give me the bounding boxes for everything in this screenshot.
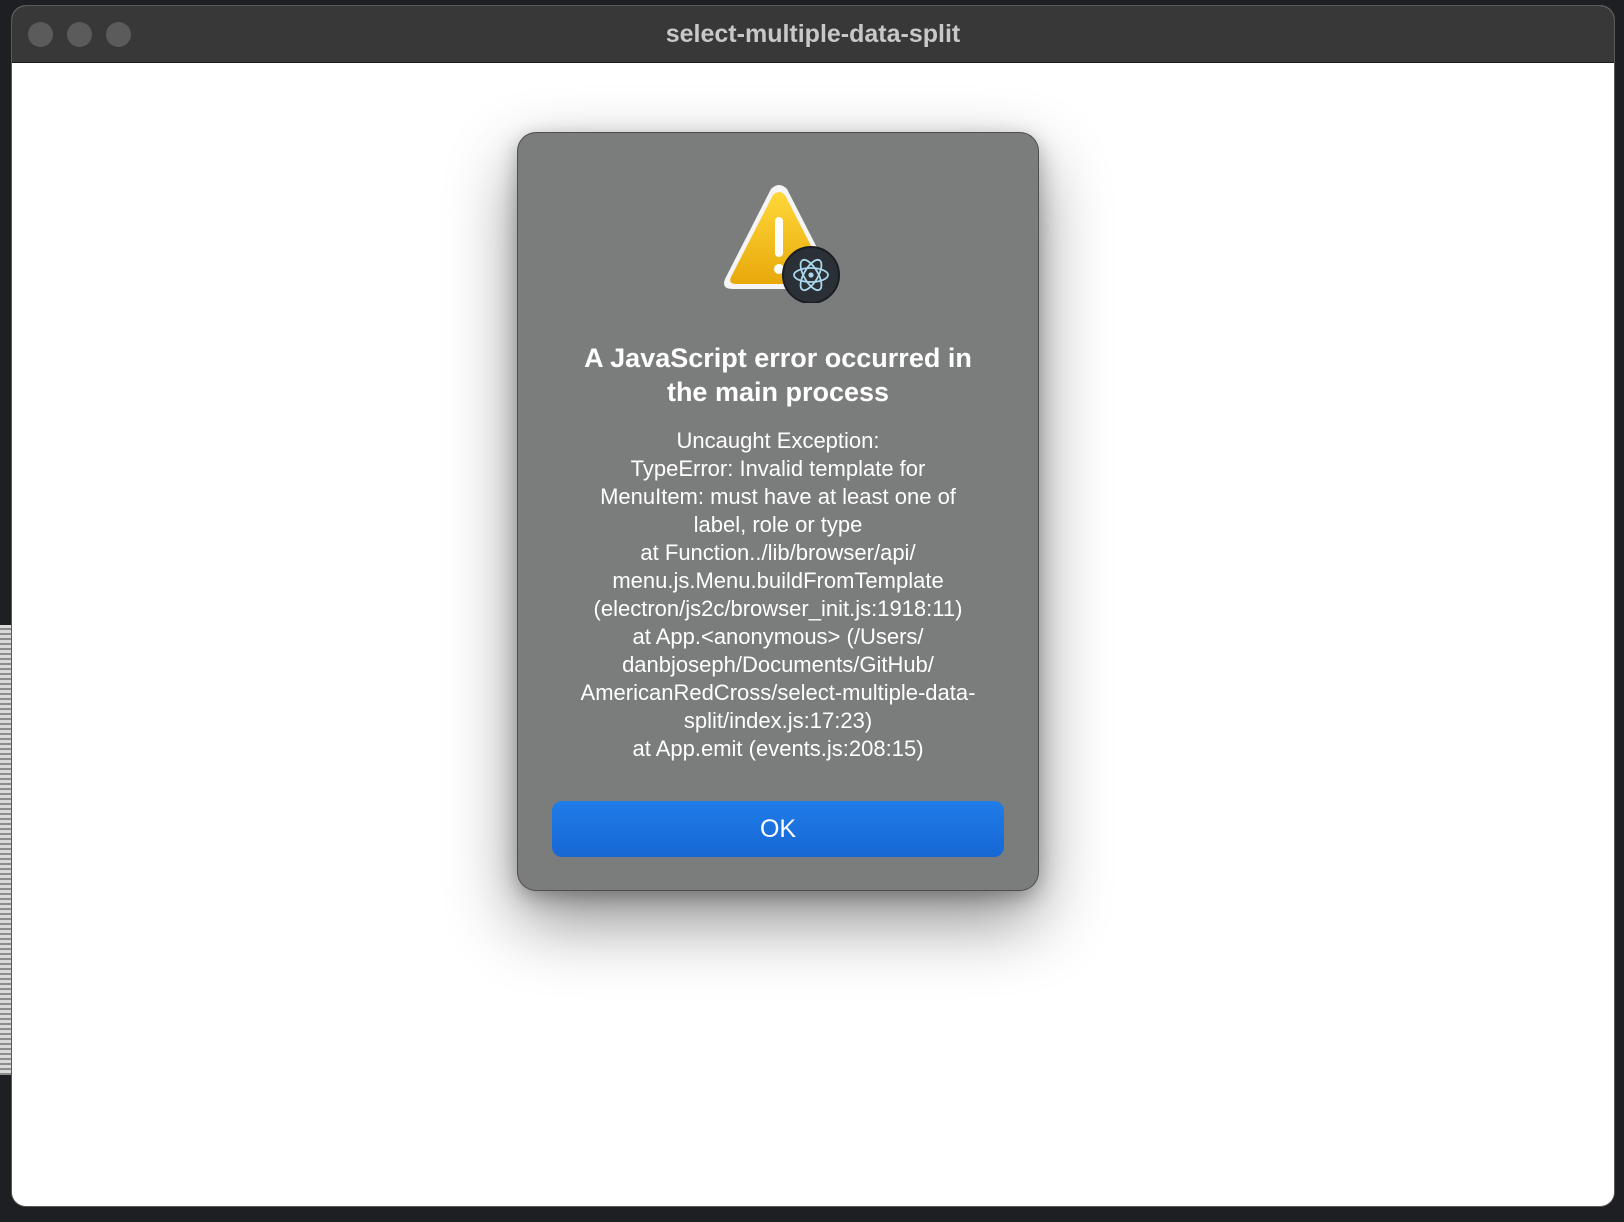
error-message-line: at App.<anonymous> (/Users/ (632, 624, 924, 649)
window-title: select-multiple-data-split (665, 20, 961, 48)
window-titlebar[interactable]: select-multiple-data-split (12, 6, 1614, 63)
dialog-title-line: the main process (666, 377, 890, 407)
ok-button[interactable]: OK (552, 801, 1004, 857)
error-message-line: menu.js.Menu.buildFromTemplate (612, 568, 944, 593)
error-message-line: (electron/js2c/browser_init.js:1918:11) (593, 596, 963, 621)
error-message-line: danbjoseph/Documents/GitHub/ (622, 652, 934, 677)
electron-logo-icon (782, 246, 840, 303)
background-document-thumbnail (0, 625, 12, 1075)
error-message-line: TypeError: Invalid template for (630, 456, 926, 481)
warning-triangle-icon (724, 185, 840, 303)
error-message-line: AmericanRedCross/select-multiple-data- (580, 680, 976, 705)
error-message-line: MenuItem: must have at least one of (600, 484, 956, 509)
dialog-message: Uncaught Exception: TypeError: Invalid t… (548, 427, 1008, 763)
dialog-title: A JavaScript error occurred in the main … (548, 341, 1008, 409)
error-message-line: label, role or type (693, 512, 863, 537)
error-message-line: at Function../lib/browser/api/ (640, 540, 916, 565)
error-message-line: at App.emit (events.js:208:15) (632, 736, 924, 761)
error-message-line: Uncaught Exception: (676, 428, 880, 453)
dialog-title-line: A JavaScript error occurred in (584, 343, 972, 373)
error-dialog: A JavaScript error occurred in the main … (518, 133, 1038, 890)
error-message-line: split/index.js:17:23) (683, 708, 873, 733)
